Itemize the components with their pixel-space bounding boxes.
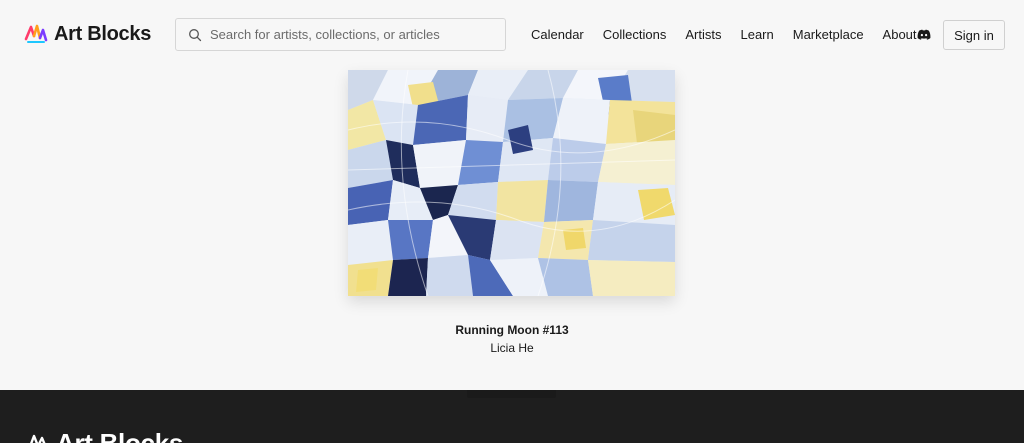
search-icon (189, 28, 202, 41)
brand-name: Art Blocks (54, 22, 152, 45)
artwork-artist[interactable]: Licia He (0, 341, 1024, 355)
artwork-title[interactable]: Running Moon #113 (0, 323, 1024, 337)
nav-calendar[interactable]: Calendar (531, 27, 584, 42)
discord-icon[interactable] (917, 29, 931, 41)
nav-about[interactable]: About (883, 27, 917, 42)
footer-logo-icon (29, 434, 46, 443)
featured-artwork[interactable] (348, 70, 675, 296)
footer-brand-name: Art Blocks (56, 428, 184, 443)
search-input[interactable] (210, 27, 500, 42)
search-box[interactable] (175, 18, 506, 51)
brand-logo[interactable]: Art Blocks (24, 22, 151, 46)
footer-brand-logo[interactable]: Art Blocks (26, 428, 183, 443)
main-nav: Calendar Collections Artists Learn Marke… (531, 27, 936, 42)
artwork-tiles (348, 70, 675, 296)
nav-artists[interactable]: Artists (685, 27, 721, 42)
nav-collections[interactable]: Collections (603, 27, 667, 42)
site-header: Art Blocks Calendar Collections Artists … (0, 0, 1024, 70)
sign-in-button[interactable]: Sign in (943, 20, 1005, 50)
art-blocks-logo-icon (24, 24, 48, 43)
nav-marketplace[interactable]: Marketplace (793, 27, 864, 42)
footer-cta-button[interactable] (467, 390, 556, 398)
site-footer: Art Blocks (0, 390, 1024, 443)
nav-learn[interactable]: Learn (740, 27, 773, 42)
artwork-image (348, 70, 675, 296)
